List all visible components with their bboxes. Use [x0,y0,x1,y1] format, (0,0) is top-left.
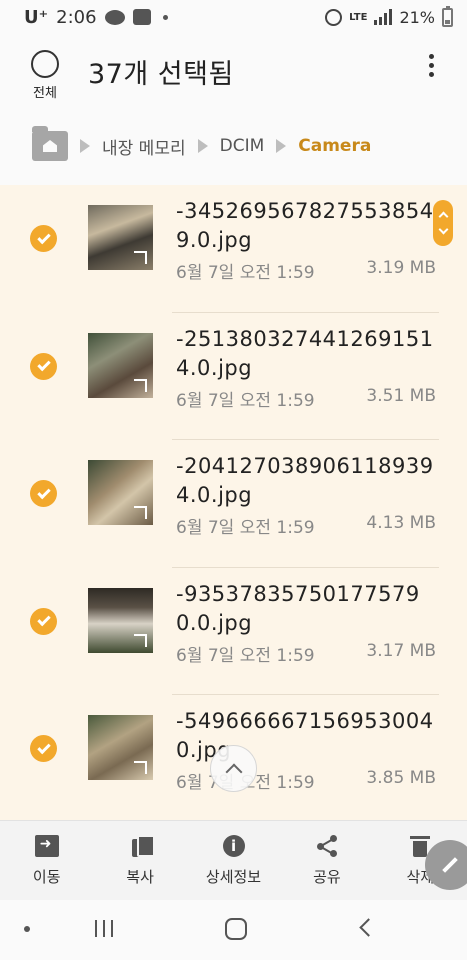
copy-icon [128,835,156,857]
status-bar: U⁺ 2:06 LTE 21% [0,0,467,34]
fast-scroll-handle[interactable] [433,200,453,246]
signal-icon [374,9,393,25]
file-name: -2513803274412691514.0.jpg [176,326,434,380]
carrier-label: U⁺ [24,6,49,28]
select-all-label: 전체 [33,86,57,101]
move-label: 이동 [32,868,61,886]
details-label: 상세정보 [205,868,262,886]
file-name: -935378357501775790.0.jpg [176,581,420,635]
pencil-icon [442,857,458,873]
file-size: 3.51 MB [366,385,436,406]
breadcrumb-dcim[interactable]: DCIM [220,136,265,156]
home-folder-icon[interactable] [32,126,68,161]
select-all-checkbox[interactable] [31,50,59,78]
chevron-right-icon [276,139,287,153]
home-button[interactable] [225,918,247,940]
breadcrumb-camera[interactable]: Camera [298,136,371,156]
file-size: 3.85 MB [366,768,436,788]
image-thumbnail[interactable] [88,332,153,398]
recent-apps-button[interactable] [95,920,113,937]
details-button[interactable]: i 상세정보 [187,821,280,900]
checked-checkbox[interactable] [30,607,57,635]
file-date: 6월 7일 오전 1:59 [176,645,315,666]
list-item[interactable]: -2041270389061189394.0.jpg 6월 7일 오전 1:59… [0,440,467,568]
more-notifications-icon [162,14,168,20]
expand-icon[interactable] [134,633,147,647]
info-icon: i [222,835,245,857]
nav-dot-icon [24,926,30,932]
selection-header: 전체 37개 선택됨 [0,34,467,120]
alarm-icon [325,8,343,26]
chevron-right-icon [80,139,90,153]
system-nav-bar [0,900,467,960]
file-size: 4.13 MB [366,513,436,533]
image-thumbnail[interactable] [88,205,153,270]
edit-fab[interactable] [425,840,467,890]
list-item[interactable]: -2513803274412691514.0.jpg 6월 7일 오전 1:59… [0,313,467,440]
chevron-right-icon [197,139,208,153]
back-button[interactable] [359,918,378,937]
share-button[interactable]: 공유 [280,821,373,900]
list-item[interactable]: -935378357501775790.0.jpg 6월 7일 오전 1:59 … [0,568,467,695]
list-item[interactable]: -3452695678275538549.0.jpg 6월 7일 오전 1:59… [0,185,467,313]
checked-checkbox[interactable] [30,352,57,380]
image-thumbnail[interactable] [88,587,153,653]
checked-checkbox[interactable] [30,480,57,507]
file-size: 3.19 MB [366,258,436,278]
share-icon [315,835,339,857]
file-size: 3.17 MB [366,640,436,661]
file-name: -2041270389061189394.0.jpg [176,454,434,507]
battery-percent: 21% [399,7,435,27]
file-date: 6월 7일 오전 1:59 [176,263,315,283]
file-list[interactable]: -3452695678275538549.0.jpg 6월 7일 오전 1:59… [0,185,467,820]
bottom-action-bar: 이동 복사 i 상세정보 공유 삭제 [0,820,467,900]
app-notification-icon [132,9,151,25]
file-date: 6월 7일 오전 1:59 [176,390,315,411]
expand-icon[interactable] [134,761,147,774]
copy-label: 복사 [126,868,154,886]
breadcrumb: 내장 메모리 DCIM Camera [0,120,467,172]
talk-notification-icon [104,9,125,25]
breadcrumb-internal-storage[interactable]: 내장 메모리 [102,134,186,159]
battery-icon [442,5,453,27]
checked-checkbox[interactable] [30,735,57,762]
scroll-to-top-button[interactable] [210,745,257,792]
clock: 2:06 [56,6,97,28]
expand-icon[interactable] [134,506,147,519]
network-type: LTE [349,11,368,23]
expand-icon[interactable] [134,251,147,264]
file-date: 6월 7일 오전 1:59 [176,518,315,538]
image-thumbnail[interactable] [88,460,153,525]
copy-button[interactable]: 복사 [93,821,186,900]
more-options-icon[interactable] [427,54,435,77]
share-label: 공유 [313,868,341,886]
select-all-toggle[interactable]: 전체 [28,50,62,101]
move-button[interactable]: 이동 [0,821,93,900]
expand-icon[interactable] [134,378,147,392]
checked-checkbox[interactable] [30,225,57,252]
move-icon [34,835,59,857]
image-thumbnail[interactable] [88,715,153,780]
page-title: 37개 선택됨 [88,59,234,90]
file-name: -3452695678275538549.0.jpg [176,199,434,252]
chevron-up-icon [225,763,242,780]
